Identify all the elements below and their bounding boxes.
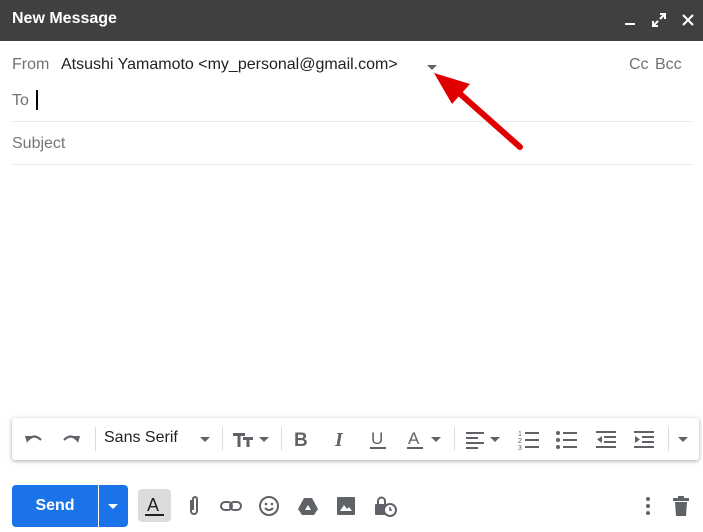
chevron-down-icon	[108, 504, 118, 509]
toolbar-divider	[222, 427, 223, 451]
title-bar: New Message	[0, 0, 703, 41]
attach-file-icon[interactable]	[182, 494, 206, 518]
svg-text:U: U	[371, 429, 383, 448]
toolbar-divider	[281, 427, 282, 451]
message-body[interactable]	[12, 166, 693, 412]
more-options-icon[interactable]	[636, 494, 660, 518]
svg-text:A: A	[408, 429, 420, 448]
insert-photo-icon[interactable]	[334, 494, 358, 518]
subject-row	[12, 122, 693, 165]
undo-icon[interactable]	[22, 428, 46, 450]
formatting-options-icon[interactable]: A	[138, 489, 171, 522]
text-size-icon[interactable]	[231, 428, 271, 450]
confidential-mode-icon[interactable]	[372, 494, 397, 518]
bold-icon[interactable]: B	[291, 428, 313, 450]
redo-icon[interactable]	[59, 428, 83, 450]
bulleted-list-icon[interactable]	[555, 428, 579, 450]
bcc-link[interactable]: Bcc	[655, 56, 682, 74]
svg-text:I: I	[334, 429, 344, 450]
text-color-icon[interactable]: A	[405, 428, 445, 450]
more-formatting-icon[interactable]	[676, 428, 690, 450]
font-family-select[interactable]: Sans Serif	[104, 429, 178, 447]
underline-icon[interactable]: U	[367, 428, 389, 450]
emoji-icon[interactable]	[257, 494, 281, 518]
send-options-button[interactable]	[99, 485, 128, 527]
expand-icon[interactable]	[648, 9, 670, 31]
from-label: From	[12, 56, 50, 73]
close-icon[interactable]	[677, 9, 699, 31]
cc-link[interactable]: Cc	[629, 56, 649, 74]
font-dropdown-icon[interactable]	[198, 428, 212, 450]
text-cursor	[36, 90, 38, 110]
align-icon[interactable]	[464, 428, 504, 450]
svg-text:2: 2	[518, 438, 522, 445]
formatting-toolbar: Sans Serif B I U A 1 2 3	[12, 418, 699, 460]
toolbar-divider	[95, 427, 96, 451]
toolbar-divider	[454, 427, 455, 451]
indent-less-icon[interactable]	[594, 428, 618, 450]
subject-input[interactable]	[12, 130, 682, 158]
svg-text:B: B	[294, 430, 308, 450]
italic-icon[interactable]: I	[330, 428, 352, 450]
to-input[interactable]	[36, 88, 676, 114]
from-dropdown-icon[interactable]	[426, 60, 438, 70]
indent-more-icon[interactable]	[632, 428, 656, 450]
minimize-icon[interactable]	[619, 9, 641, 31]
to-row: To	[12, 80, 693, 122]
svg-text:3: 3	[518, 445, 522, 450]
send-button[interactable]: Send	[12, 485, 98, 527]
drive-icon[interactable]	[296, 494, 320, 518]
from-address-select[interactable]: Atsushi Yamamoto <my_personal@gmail.com>	[61, 56, 398, 74]
svg-text:A: A	[147, 495, 159, 515]
window-title: New Message	[12, 10, 117, 27]
numbered-list-icon[interactable]: 1 2 3	[517, 428, 541, 450]
toolbar-divider	[668, 427, 669, 451]
svg-text:1: 1	[518, 431, 522, 438]
insert-link-icon[interactable]	[219, 494, 243, 518]
to-label: To	[12, 92, 29, 109]
from-row: From Atsushi Yamamoto <my_personal@gmail…	[12, 42, 693, 80]
discard-draft-icon[interactable]	[669, 494, 693, 518]
